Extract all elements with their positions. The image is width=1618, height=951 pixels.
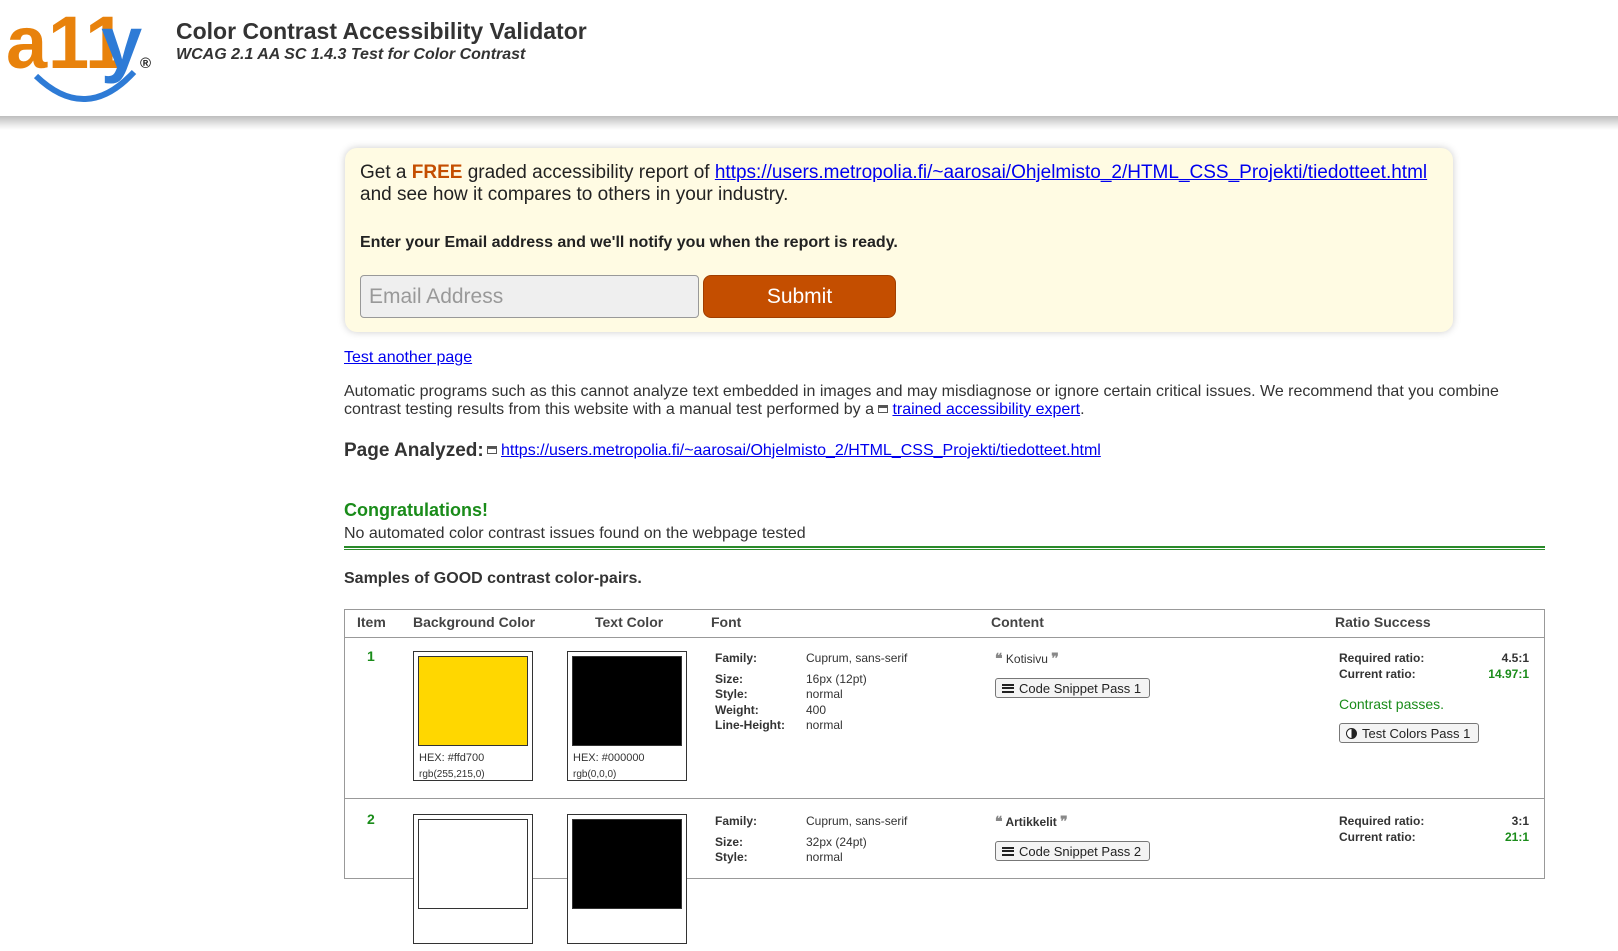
open-quote-icon: ❝: [995, 813, 1003, 829]
column-header-item: Item: [357, 614, 386, 630]
open-quote-icon: ❝: [995, 650, 1003, 666]
required-ratio-value: 3:1: [1511, 814, 1529, 828]
font-weight-label: Weight:: [715, 703, 759, 717]
content-sample: ❝ Kotisivu ❞: [995, 650, 1059, 667]
column-header-font: Font: [711, 614, 742, 630]
email-label: Enter your Email address and we'll notif…: [360, 234, 898, 251]
close-quote-icon: ❞: [1051, 650, 1059, 666]
test-another-page-link[interactable]: Test another page: [344, 349, 472, 367]
required-ratio-label: Required ratio:: [1339, 814, 1425, 828]
required-ratio-value: 4.5:1: [1501, 651, 1529, 665]
test-colors-button[interactable]: Test Colors Pass 1: [1339, 723, 1480, 743]
column-header-text-color: Text Color: [595, 614, 664, 630]
column-header-content: Content: [991, 614, 1044, 630]
current-ratio-label: Current ratio:: [1339, 830, 1416, 844]
content-sample: ❝ Artikkelit ❞: [995, 813, 1068, 830]
line-height-value: normal: [806, 718, 843, 732]
result-heading: Congratulations!: [344, 500, 488, 520]
disclaimer-end: .: [1080, 401, 1085, 418]
page-subtitle: WCAG 2.1 AA SC 1.4.3 Test for Color Cont…: [176, 46, 526, 63]
result-message: No automated color contrast issues found…: [344, 525, 806, 542]
background-color-swatch: [418, 656, 528, 746]
font-style-value: normal: [806, 850, 843, 864]
background-color-swatch: [418, 819, 528, 909]
text-color-swatch: [572, 819, 682, 909]
font-style-value: normal: [806, 687, 843, 701]
font-size-label: Size:: [715, 672, 744, 686]
disclaimer-text: Automatic programs such as this cannot a…: [344, 383, 1544, 419]
current-ratio-label: Current ratio:: [1339, 667, 1416, 681]
promo-prefix: Get a: [360, 162, 412, 183]
code-snippet-button[interactable]: Code Snippet Pass 2: [995, 841, 1151, 861]
contrast-samples-table: Item Background Color Text Color Font Co…: [344, 609, 1545, 944]
content-text: Artikkelit: [1005, 815, 1057, 829]
svg-text:y: y: [101, 6, 142, 84]
align-lines-icon: [1002, 846, 1014, 856]
header-divider: [0, 116, 1618, 130]
promo-middle: graded accessibility report of: [462, 162, 715, 183]
current-ratio-value: 21:1: [1504, 830, 1529, 844]
font-family-label: Family:: [715, 651, 758, 665]
font-size-value: 16px (12pt): [806, 672, 867, 686]
table-row-divider: [345, 798, 1544, 799]
font-family-label: Family:: [715, 814, 758, 828]
code-snippet-button[interactable]: Code Snippet Pass 1: [995, 678, 1151, 698]
column-header-ratio-success: Ratio Success: [1335, 614, 1431, 630]
promo-suffix: and see how it compares to others in you…: [360, 184, 789, 205]
font-family-value: Cuprum, sans-serif: [806, 651, 908, 665]
background-color-sample: [413, 814, 533, 944]
submit-button[interactable]: Submit: [703, 275, 896, 318]
item-number: 1: [367, 648, 375, 664]
page-title: Color Contrast Accessibility Validator: [176, 18, 587, 44]
samples-heading: Samples of GOOD contrast color-pairs.: [344, 570, 642, 587]
page-analyzed-url-text: https://users.metropolia.fi/~aarosai/Ohj…: [501, 442, 1101, 459]
accessibility-expert-link[interactable]: trained accessibility expert: [892, 401, 1080, 418]
table-row: 2 Family: Cuprum, sans-serif Size: 32px …: [345, 801, 1544, 951]
email-input[interactable]: [360, 275, 699, 318]
background-rgb: rgb(255,215,0): [419, 769, 485, 780]
line-height-label: Line-Height:: [715, 718, 785, 732]
item-number: 2: [367, 811, 375, 827]
external-link-icon: [878, 405, 889, 413]
text-rgb: rgb(0,0,0): [573, 769, 617, 780]
text-color-sample: HEX: #000000 rgb(0,0,0): [567, 651, 687, 781]
result-divider: [344, 546, 1545, 550]
contrast-status: Contrast passes.: [1339, 696, 1445, 712]
external-link-icon: [487, 446, 497, 454]
font-family-value: Cuprum, sans-serif: [806, 814, 908, 828]
font-size-label: Size:: [715, 835, 744, 849]
content-text: Kotisivu: [1005, 652, 1048, 666]
code-snippet-label: Code Snippet Pass 2: [1019, 843, 1142, 859]
svg-text:a: a: [6, 6, 48, 84]
text-color-swatch: [572, 656, 682, 746]
column-header-background-color: Background Color: [413, 614, 536, 630]
font-size-value: 32px (24pt): [806, 835, 867, 849]
align-lines-icon: [1002, 683, 1014, 693]
font-weight-value: 400: [806, 703, 827, 717]
text-color-sample: [567, 814, 687, 944]
contrast-icon: [1346, 727, 1357, 739]
background-color-sample: HEX: #ffd700 rgb(255,215,0): [413, 651, 533, 781]
promo-report-url-link[interactable]: https://users.metropolia.fi/~aarosai/Ohj…: [715, 162, 1427, 183]
report-promo-box: Get a FREE graded accessibility report o…: [345, 148, 1453, 332]
font-style-label: Style:: [715, 850, 748, 864]
background-hex: HEX: #ffd700: [419, 752, 485, 764]
close-quote-icon: ❞: [1060, 813, 1068, 829]
table-row: 1 HEX: #ffd700 rgb(255,215,0) HEX: #0000…: [345, 638, 1544, 788]
a11y-logo[interactable]: a 11 y ®: [6, 1, 156, 106]
promo-text: Get a FREE graded accessibility report o…: [360, 162, 1438, 206]
page-analyzed-label: Page Analyzed:: [344, 440, 484, 461]
required-ratio-label: Required ratio:: [1339, 651, 1425, 665]
test-colors-label: Test Colors Pass 1: [1362, 725, 1471, 741]
text-hex: HEX: #000000: [573, 752, 645, 764]
current-ratio-value: 14.97:1: [1488, 667, 1529, 681]
code-snippet-label: Code Snippet Pass 1: [1019, 680, 1142, 696]
svg-text:®: ®: [140, 55, 151, 72]
font-style-label: Style:: [715, 687, 748, 701]
promo-free-label: FREE: [411, 162, 463, 183]
page-analyzed-url-link[interactable]: https://users.metropolia.fi/~aarosai/Ohj…: [487, 442, 1101, 460]
site-header: a 11 y ® Color Contrast Accessibility Va…: [0, 0, 1618, 116]
